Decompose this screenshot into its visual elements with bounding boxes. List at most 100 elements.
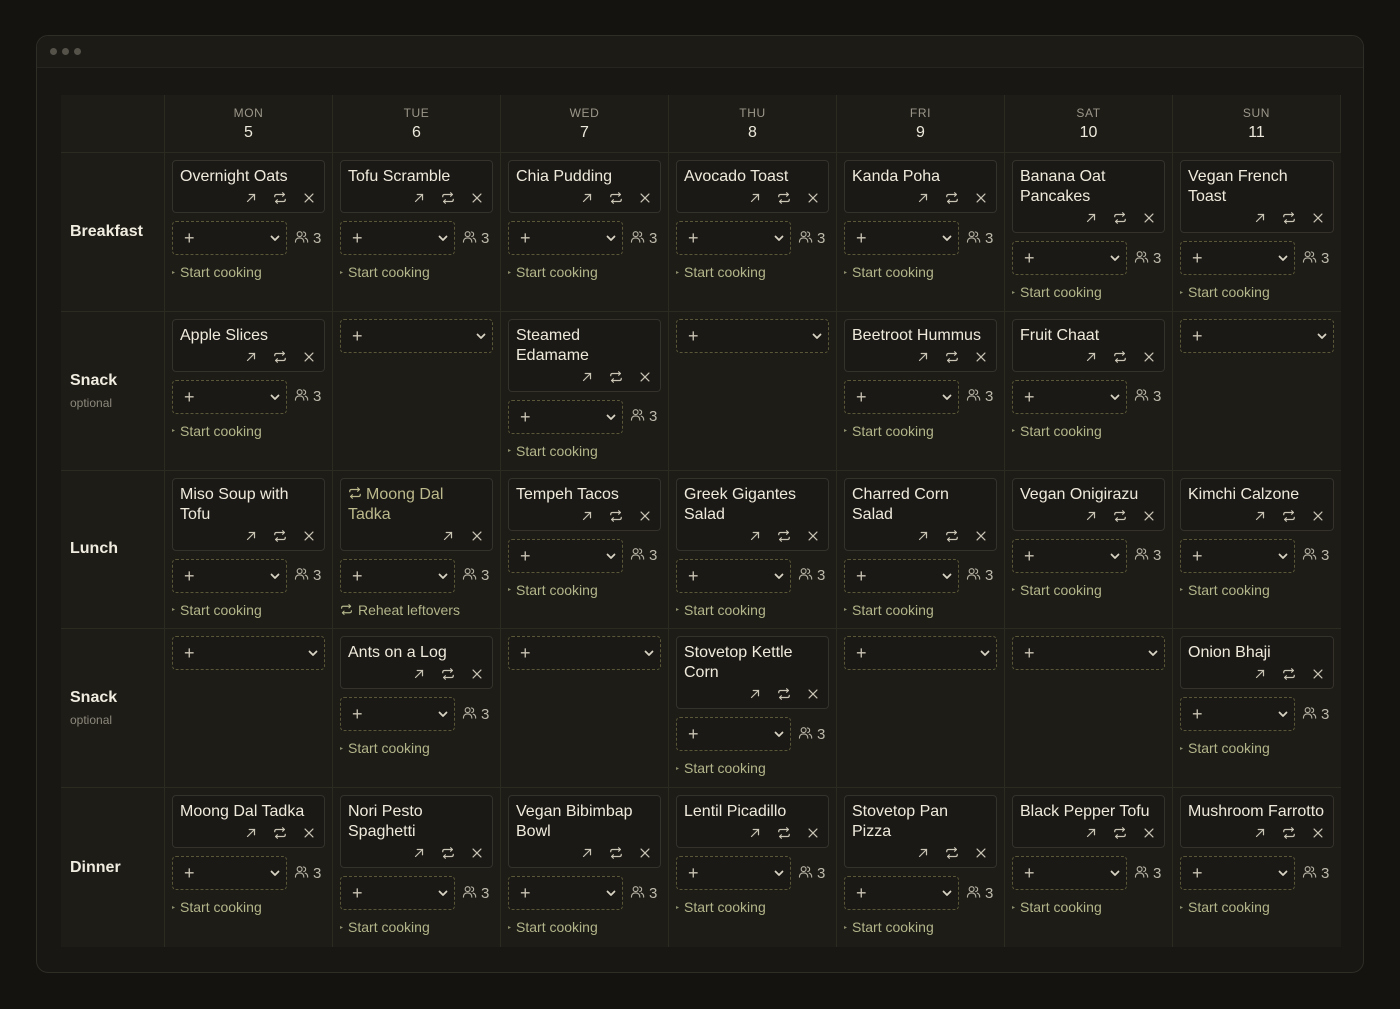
recipe-title[interactable]: Chia Pudding: [516, 167, 653, 187]
reheat-leftovers-link[interactable]: Reheat leftovers: [340, 602, 493, 618]
swap-recipe-icon[interactable]: [439, 190, 456, 207]
recipe-card[interactable]: Black Pepper Tofu: [1012, 795, 1165, 849]
swap-recipe-icon[interactable]: [1111, 210, 1128, 227]
add-recipe-select[interactable]: +: [1012, 241, 1127, 275]
add-recipe-select[interactable]: +: [508, 538, 623, 573]
recipe-title[interactable]: Steamed Edamame: [516, 326, 653, 366]
add-recipe-select[interactable]: +: [340, 558, 455, 593]
recipe-card[interactable]: Nori Pesto Spaghetti: [340, 795, 493, 869]
open-recipe-icon[interactable]: [746, 825, 763, 842]
swap-recipe-icon[interactable]: [607, 190, 624, 207]
start-cooking-link[interactable]: ▸ Start cooking: [1012, 582, 1165, 598]
start-cooking-link[interactable]: ▸ Start cooking: [172, 602, 325, 618]
remove-recipe-icon[interactable]: [1309, 825, 1326, 842]
servings-count[interactable]: 3: [1134, 546, 1161, 565]
remove-recipe-icon[interactable]: [972, 190, 989, 207]
add-recipe-select[interactable]: +: [676, 558, 791, 593]
open-recipe-icon[interactable]: [410, 666, 427, 683]
recipe-title[interactable]: Moong Dal Tadka: [348, 485, 485, 525]
swap-recipe-icon[interactable]: [271, 348, 288, 365]
recipe-card[interactable]: Kanda Poha: [844, 160, 997, 213]
start-cooking-link[interactable]: ▸ Start cooking: [172, 899, 325, 915]
start-cooking-link[interactable]: ▸ Start cooking: [1012, 284, 1165, 300]
open-recipe-icon[interactable]: [578, 368, 595, 385]
recipe-title[interactable]: Vegan French Toast: [1188, 167, 1326, 207]
servings-count[interactable]: 3: [630, 884, 657, 903]
servings-count[interactable]: 3: [462, 884, 489, 903]
open-recipe-icon[interactable]: [242, 190, 259, 207]
start-cooking-link[interactable]: ▸ Start cooking: [172, 264, 325, 280]
add-recipe-select[interactable]: +: [508, 876, 623, 911]
servings-count[interactable]: 3: [1302, 546, 1329, 565]
servings-count[interactable]: 3: [294, 387, 321, 406]
swap-recipe-icon[interactable]: [439, 845, 456, 862]
recipe-card[interactable]: Vegan Onigirazu: [1012, 477, 1165, 531]
servings-count[interactable]: 3: [798, 566, 825, 585]
open-recipe-icon[interactable]: [242, 348, 259, 365]
open-recipe-icon[interactable]: [1082, 210, 1099, 227]
open-recipe-icon[interactable]: [439, 527, 456, 544]
start-cooking-link[interactable]: ▸ Start cooking: [508, 582, 661, 598]
recipe-title[interactable]: Stovetop Kettle Corn: [684, 643, 821, 683]
start-cooking-link[interactable]: ▸ Start cooking: [676, 602, 829, 618]
add-recipe-select[interactable]: +: [340, 697, 455, 732]
swap-recipe-icon[interactable]: [943, 527, 960, 544]
add-recipe-select[interactable]: +: [1180, 856, 1295, 891]
open-recipe-icon[interactable]: [914, 348, 931, 365]
add-recipe-select[interactable]: +: [172, 221, 287, 255]
servings-count[interactable]: 3: [1134, 249, 1161, 268]
servings-count[interactable]: 3: [798, 725, 825, 744]
recipe-title[interactable]: Beetroot Hummus: [852, 326, 989, 346]
remove-recipe-icon[interactable]: [636, 507, 653, 524]
open-recipe-icon[interactable]: [578, 845, 595, 862]
start-cooking-link[interactable]: ▸ Start cooking: [844, 264, 997, 280]
servings-count[interactable]: 3: [966, 884, 993, 903]
add-recipe-select[interactable]: +: [844, 636, 997, 671]
recipe-title[interactable]: Moong Dal Tadka: [180, 802, 317, 822]
add-recipe-select[interactable]: +: [1180, 318, 1334, 353]
recipe-card[interactable]: Beetroot Hummus: [844, 318, 997, 372]
start-cooking-link[interactable]: ▸ Start cooking: [340, 919, 493, 935]
open-recipe-icon[interactable]: [410, 845, 427, 862]
add-recipe-select[interactable]: +: [676, 318, 829, 353]
recipe-title[interactable]: Vegan Bibimbap Bowl: [516, 802, 653, 842]
add-recipe-select[interactable]: +: [676, 856, 791, 891]
remove-recipe-icon[interactable]: [804, 190, 821, 207]
swap-recipe-icon[interactable]: [1280, 666, 1297, 683]
servings-count[interactable]: 3: [966, 566, 993, 585]
recipe-card[interactable]: Banana Oat Pancakes: [1012, 160, 1165, 233]
swap-recipe-icon[interactable]: [1280, 210, 1297, 227]
recipe-title[interactable]: Mushroom Farrotto: [1188, 802, 1326, 822]
open-recipe-icon[interactable]: [242, 825, 259, 842]
recipe-card[interactable]: Vegan French Toast: [1180, 160, 1334, 233]
swap-recipe-icon[interactable]: [607, 845, 624, 862]
add-recipe-select[interactable]: +: [676, 717, 791, 752]
remove-recipe-icon[interactable]: [804, 527, 821, 544]
recipe-card[interactable]: Steamed Edamame: [508, 318, 661, 392]
remove-recipe-icon[interactable]: [1309, 666, 1326, 683]
remove-recipe-icon[interactable]: [468, 527, 485, 544]
recipe-title[interactable]: Black Pepper Tofu: [1020, 802, 1157, 822]
recipe-title[interactable]: Tofu Scramble: [348, 167, 485, 187]
recipe-title[interactable]: Kimchi Calzone: [1188, 485, 1326, 505]
swap-recipe-icon[interactable]: [943, 348, 960, 365]
add-recipe-select[interactable]: +: [1180, 538, 1295, 573]
add-recipe-select[interactable]: +: [844, 558, 959, 593]
remove-recipe-icon[interactable]: [804, 686, 821, 703]
remove-recipe-icon[interactable]: [1140, 348, 1157, 365]
swap-recipe-icon[interactable]: [607, 368, 624, 385]
servings-count[interactable]: 3: [1134, 864, 1161, 883]
recipe-title[interactable]: Overnight Oats: [180, 167, 317, 187]
servings-count[interactable]: 3: [630, 546, 657, 565]
swap-recipe-icon[interactable]: [271, 527, 288, 544]
recipe-title[interactable]: Banana Oat Pancakes: [1020, 167, 1157, 207]
start-cooking-link[interactable]: ▸ Start cooking: [1012, 899, 1165, 915]
remove-recipe-icon[interactable]: [468, 190, 485, 207]
start-cooking-link[interactable]: ▸ Start cooking: [508, 443, 661, 459]
add-recipe-select[interactable]: +: [844, 221, 959, 255]
recipe-title[interactable]: Stovetop Pan Pizza: [852, 802, 989, 842]
swap-recipe-icon[interactable]: [1280, 825, 1297, 842]
servings-count[interactable]: 3: [294, 864, 321, 883]
remove-recipe-icon[interactable]: [1309, 210, 1326, 227]
start-cooking-link[interactable]: ▸ Start cooking: [844, 919, 997, 935]
